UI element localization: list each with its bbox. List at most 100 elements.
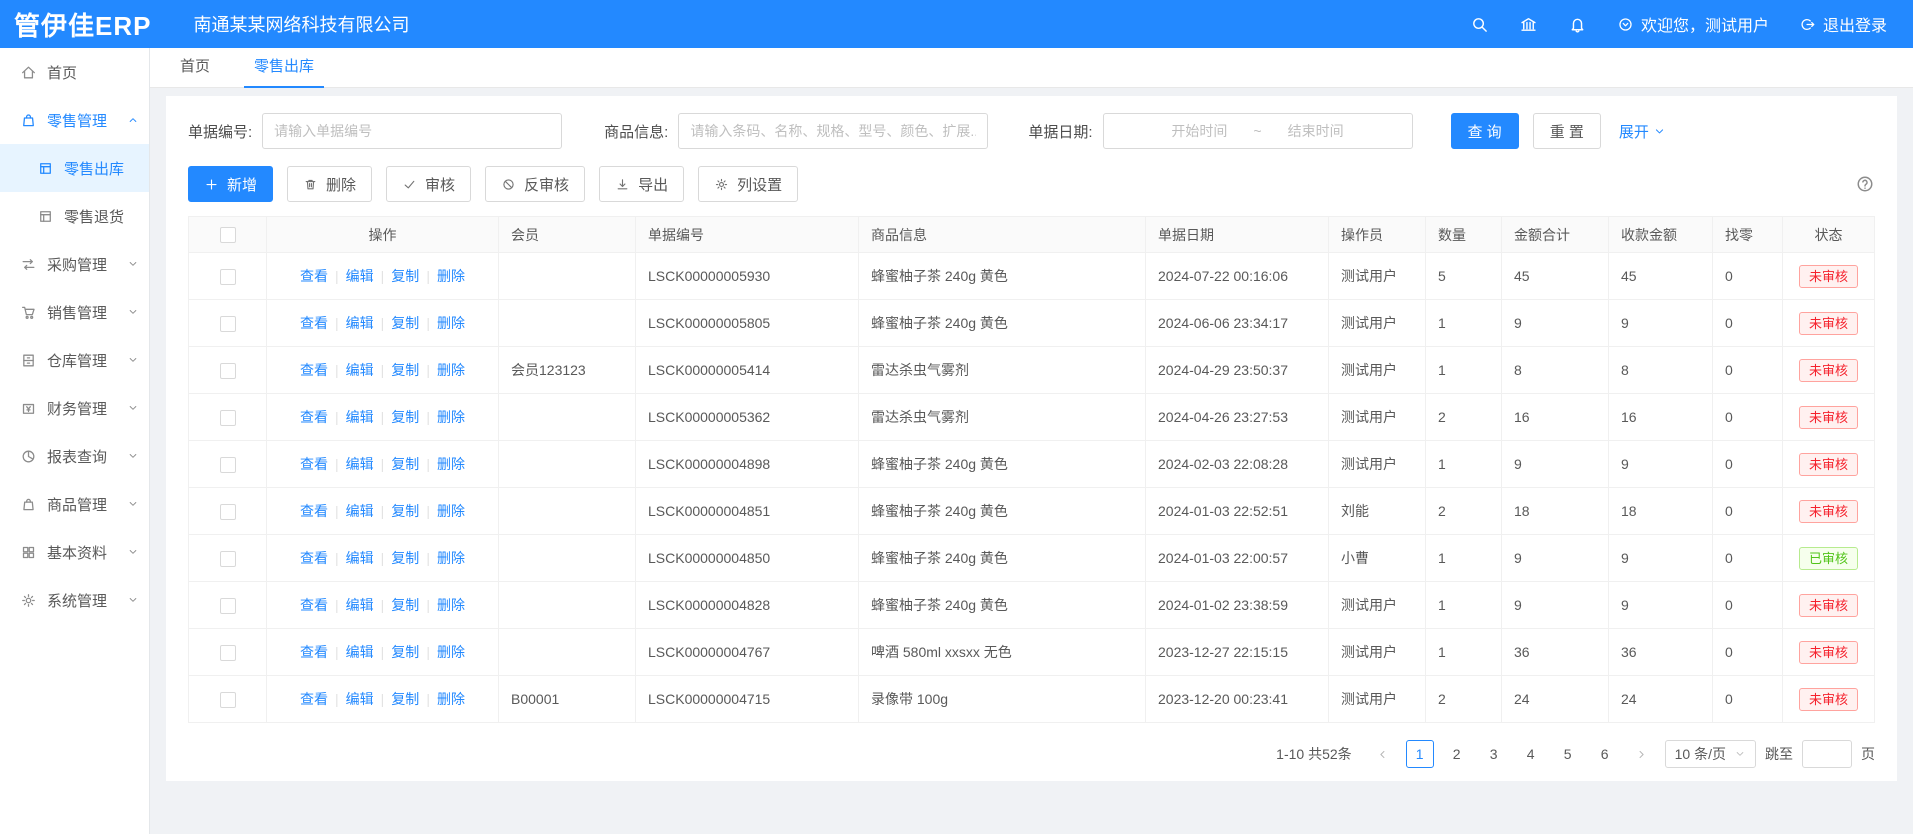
row-checkbox[interactable] [220,504,236,520]
page-button-3[interactable]: 3 [1480,740,1508,768]
edit-link[interactable]: 编辑 [346,409,374,425]
tab-home[interactable]: 首页 [180,48,210,88]
next-page-button[interactable] [1628,740,1656,768]
prev-page-button[interactable] [1369,740,1397,768]
bell-icon[interactable] [1568,15,1587,34]
query-button[interactable]: 查 询 [1451,113,1519,149]
copy-link[interactable]: 复制 [391,362,419,378]
row-checkbox[interactable] [220,645,236,661]
tab-retail-outbound[interactable]: 零售出库 [254,48,314,88]
sidebar-item-sales[interactable]: 销售管理 [0,288,149,336]
copy-link[interactable]: 复制 [391,268,419,284]
export-button[interactable]: 导出 [599,166,684,202]
jump-page-input[interactable] [1802,740,1852,768]
edit-link[interactable]: 编辑 [346,597,374,613]
edit-link[interactable]: 编辑 [346,315,374,331]
copy-link[interactable]: 复制 [391,315,419,331]
cell-total: 18 [1502,488,1609,535]
delete-button[interactable]: 删除 [287,166,372,202]
view-link[interactable]: 查看 [300,315,328,331]
sidebar-item-warehouse[interactable]: 仓库管理 [0,336,149,384]
delete-link[interactable]: 删除 [437,409,465,425]
row-checkbox[interactable] [220,316,236,332]
sidebar-item-home[interactable]: 首页 [0,48,149,96]
search-icon[interactable] [1470,15,1489,34]
page-button-6[interactable]: 6 [1591,740,1619,768]
bill-no-input[interactable] [262,113,562,149]
edit-link[interactable]: 编辑 [346,268,374,284]
row-checkbox[interactable] [220,363,236,379]
delete-link[interactable]: 删除 [437,644,465,660]
edit-link[interactable]: 编辑 [346,550,374,566]
copy-link[interactable]: 复制 [391,503,419,519]
select-all-checkbox[interactable] [220,227,236,243]
edit-link[interactable]: 编辑 [346,503,374,519]
sidebar-item-report[interactable]: 报表查询 [0,432,149,480]
product-input[interactable] [678,113,988,149]
delete-link[interactable]: 删除 [437,456,465,472]
audit-button[interactable]: 审核 [386,166,471,202]
sidebar-item-form[interactable]: 零售退货 [0,192,149,240]
view-link[interactable]: 查看 [300,691,328,707]
sidebar-item-system[interactable]: 系统管理 [0,576,149,624]
delete-link[interactable]: 删除 [437,362,465,378]
view-link[interactable]: 查看 [300,362,328,378]
row-checkbox[interactable] [220,457,236,473]
delete-link[interactable]: 删除 [437,503,465,519]
help-icon[interactable] [1855,174,1875,194]
view-link[interactable]: 查看 [300,503,328,519]
row-checkbox[interactable] [220,692,236,708]
retail-icon [20,112,37,129]
sidebar-item-retail[interactable]: 零售管理 [0,96,149,144]
sidebar-item-goods[interactable]: 商品管理 [0,480,149,528]
app-logo[interactable]: 管伊佳ERP [14,6,151,43]
view-link[interactable]: 查看 [300,268,328,284]
unaudit-button[interactable]: 反审核 [485,166,585,202]
view-link[interactable]: 查看 [300,409,328,425]
edit-link[interactable]: 编辑 [346,691,374,707]
delete-link[interactable]: 删除 [437,315,465,331]
row-checkbox[interactable] [220,598,236,614]
copy-link[interactable]: 复制 [391,550,419,566]
sidebar-item-form[interactable]: 零售出库 [0,144,149,192]
add-button[interactable]: 新增 [188,166,273,202]
copy-link[interactable]: 复制 [391,597,419,613]
sidebar-item-basic[interactable]: 基本资料 [0,528,149,576]
sidebar-item-purchase[interactable]: 采购管理 [0,240,149,288]
column-settings-button[interactable]: 列设置 [698,166,798,202]
page-button-1[interactable]: 1 [1406,740,1434,768]
logout-button[interactable]: 退出登录 [1799,12,1887,36]
page-button-5[interactable]: 5 [1554,740,1582,768]
delete-link[interactable]: 删除 [437,268,465,284]
bank-icon[interactable] [1519,15,1538,34]
page-button-4[interactable]: 4 [1517,740,1545,768]
copy-link[interactable]: 复制 [391,456,419,472]
page-button-2[interactable]: 2 [1443,740,1471,768]
chevron-down-icon [127,498,139,510]
delete-link[interactable]: 删除 [437,550,465,566]
cell-product: 蜂蜜柚子茶 240g 黄色 [859,582,1146,629]
view-link[interactable]: 查看 [300,597,328,613]
date-range-picker[interactable]: 开始时间 ~ 结束时间 [1103,113,1413,149]
delete-link[interactable]: 删除 [437,597,465,613]
row-checkbox[interactable] [220,551,236,567]
copy-link[interactable]: 复制 [391,691,419,707]
edit-link[interactable]: 编辑 [346,644,374,660]
reset-button[interactable]: 重 置 [1533,113,1601,149]
view-link[interactable]: 查看 [300,550,328,566]
edit-link[interactable]: 编辑 [346,362,374,378]
sidebar-item-finance[interactable]: 财务管理 [0,384,149,432]
row-checkbox[interactable] [220,269,236,285]
edit-link[interactable]: 编辑 [346,456,374,472]
expand-link[interactable]: 展开 [1619,121,1666,142]
view-link[interactable]: 查看 [300,456,328,472]
row-checkbox[interactable] [220,410,236,426]
welcome-user[interactable]: 欢迎您，测试用户 [1617,12,1769,36]
copy-link[interactable]: 复制 [391,409,419,425]
sidebar-item-label: 财务管理 [47,398,107,419]
view-link[interactable]: 查看 [300,644,328,660]
delete-link[interactable]: 删除 [437,691,465,707]
page-size-select[interactable]: 10 条/页 [1665,740,1756,768]
copy-link[interactable]: 复制 [391,644,419,660]
cell-product: 雷达杀虫气雾剂 [859,394,1146,441]
